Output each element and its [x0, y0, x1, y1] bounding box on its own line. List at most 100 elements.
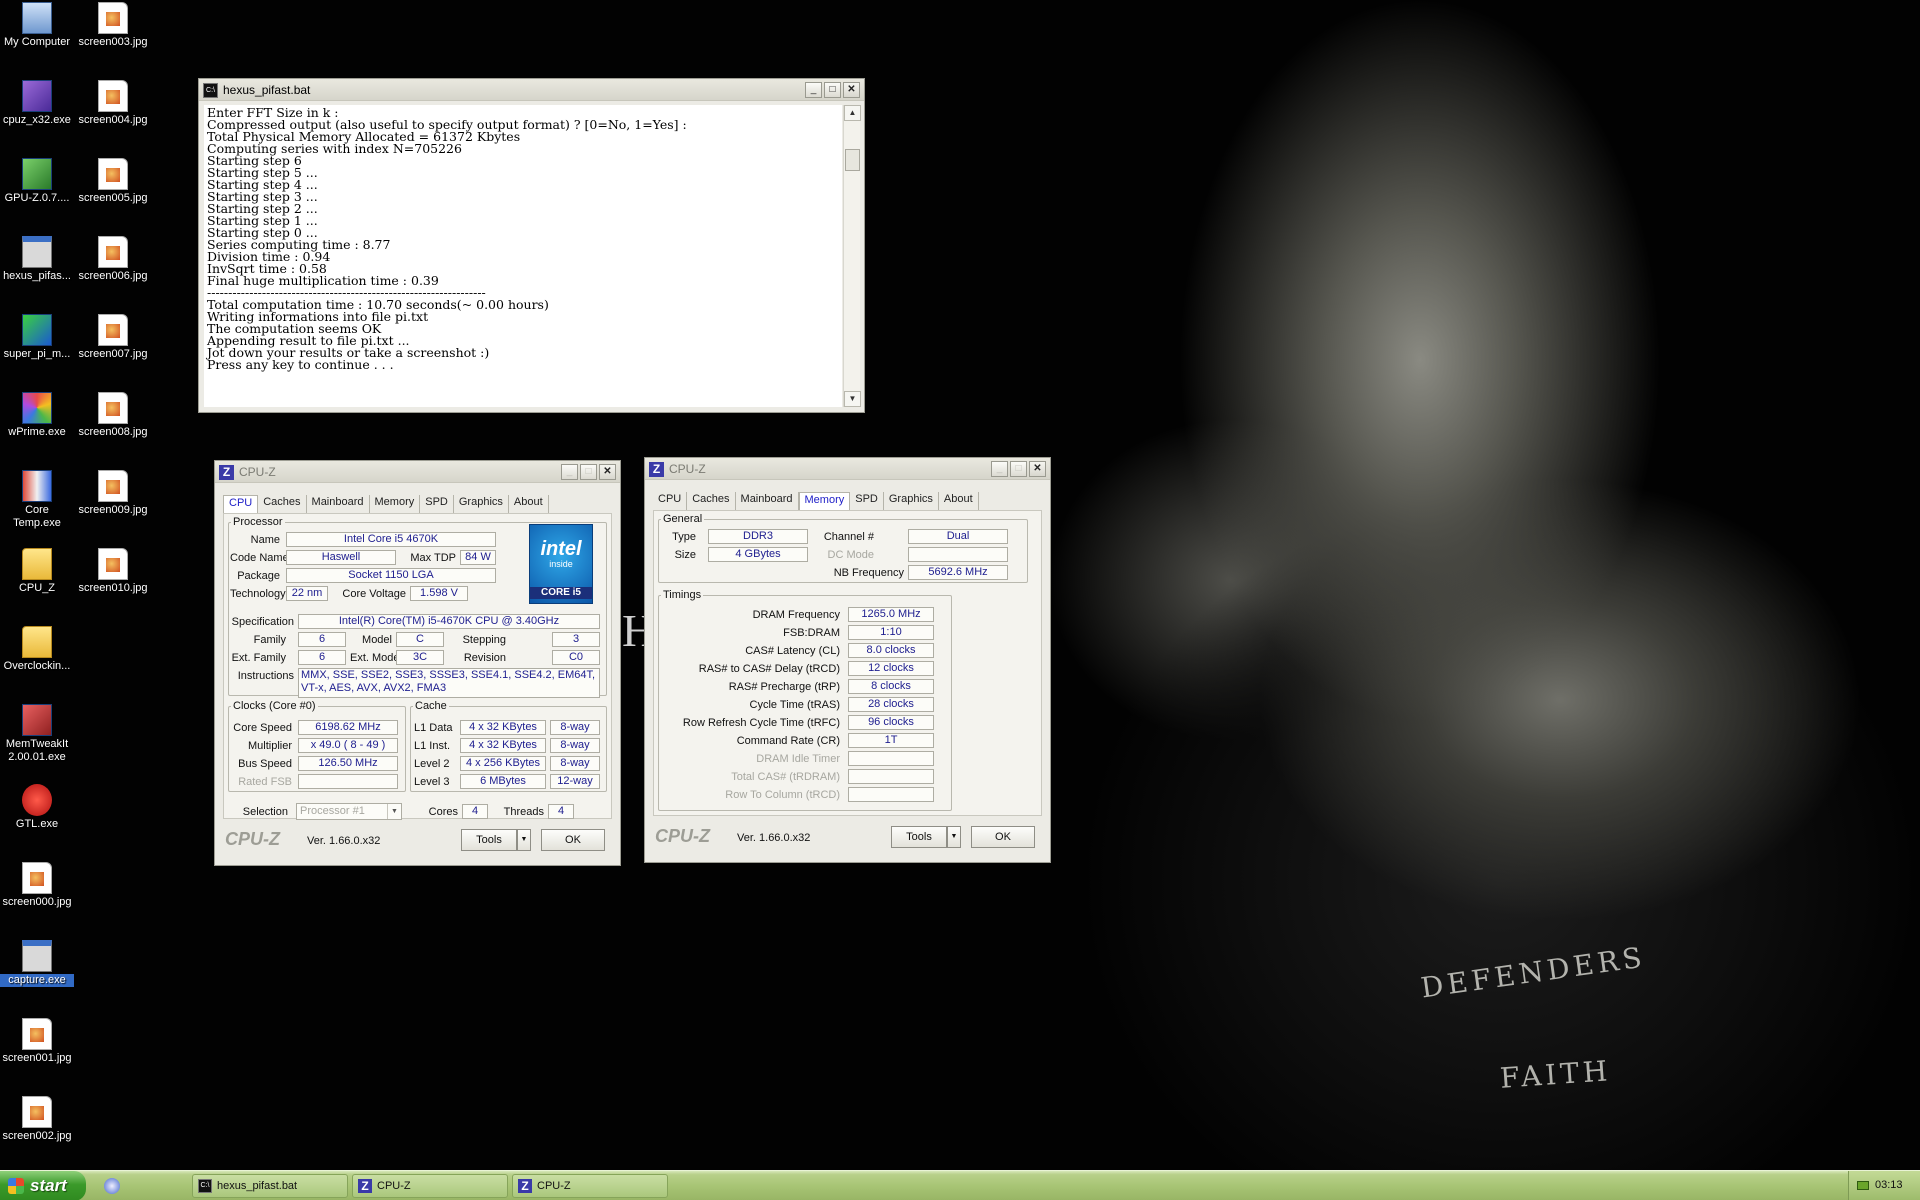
console-titlebar[interactable]: C:\ hexus_pifast.bat _ □ ✕ — [199, 79, 864, 101]
taskbar-item-cpuz-1[interactable]: Z CPU-Z — [352, 1174, 508, 1198]
tab-spd[interactable]: SPD — [850, 492, 884, 510]
jpg-file-icon — [98, 314, 128, 346]
threads-label: Threads — [503, 806, 544, 818]
timing-label: Cycle Time (tRAS) — [749, 699, 840, 711]
console-window[interactable]: C:\ hexus_pifast.bat _ □ ✕ Enter FFT Siz… — [198, 78, 865, 413]
model-label: Model — [362, 634, 392, 646]
tools-dropdown-icon[interactable]: ▼ — [517, 829, 531, 851]
scroll-up-icon[interactable]: ▲ — [844, 105, 861, 121]
taskbar-item-label: CPU-Z — [537, 1180, 571, 1192]
desktop-icon-screen004[interactable]: screen004.jpg — [76, 78, 150, 152]
tab-cpu[interactable]: CPU — [223, 495, 259, 513]
desktop-icon-label: screen002.jpg — [2, 1130, 72, 1142]
desktop-icon-screen010[interactable]: screen010.jpg — [76, 546, 150, 620]
start-button[interactable]: start — [0, 1171, 86, 1200]
desktop-icon-label: Overclockin... — [3, 660, 71, 672]
cpuz-titlebar[interactable]: Z CPU-Z _ □ ✕ — [215, 461, 620, 483]
console-scrollbar[interactable]: ▲ ▼ — [843, 105, 861, 407]
cores-value: 4 — [462, 804, 488, 819]
tab-cpu[interactable]: CPU — [653, 492, 688, 510]
intel-logo-core: CORE i5 — [530, 587, 592, 599]
desktop-icon-cpuz[interactable]: cpuz_x32.exe — [0, 78, 74, 152]
tab-graphics[interactable]: Graphics — [884, 492, 939, 510]
desktop-icon-screen002[interactable]: screen002.jpg — [0, 1094, 74, 1168]
minimize-button[interactable]: _ — [805, 82, 822, 98]
tools-button[interactable]: Tools — [891, 826, 947, 848]
cache-legend: Cache — [415, 700, 447, 712]
desktop-icon-screen006[interactable]: screen006.jpg — [76, 234, 150, 308]
tab-caches[interactable]: Caches — [258, 495, 307, 513]
tab-about[interactable]: About — [509, 495, 549, 513]
maximize-button[interactable]: □ — [580, 464, 597, 480]
folder-icon — [22, 548, 52, 580]
minimize-button[interactable]: _ — [561, 464, 578, 480]
quick-launch-icon[interactable] — [104, 1178, 120, 1194]
desktop-icon-capture[interactable]: capture.exe — [0, 938, 74, 1012]
ok-button[interactable]: OK — [971, 826, 1035, 848]
nvidia-tray-icon[interactable] — [1857, 1181, 1869, 1190]
command-prompt-icon: C:\ — [198, 1179, 212, 1193]
jpg-file-icon — [98, 236, 128, 268]
desktop-icon-screen008[interactable]: screen008.jpg — [76, 390, 150, 464]
tab-memory[interactable]: Memory — [798, 492, 851, 510]
my-computer-icon — [22, 2, 52, 34]
scroll-thumb[interactable] — [845, 149, 860, 171]
desktop-icon-label: MemTweakIt 2.00.01.exe — [5, 738, 69, 763]
desktop-icon-overclocking-folder[interactable]: Overclockin... — [0, 624, 74, 698]
desktop-icon-core-temp[interactable]: Core Temp.exe — [0, 468, 74, 542]
tab-graphics[interactable]: Graphics — [454, 495, 509, 513]
jpg-file-icon — [98, 548, 128, 580]
cpuz-window-cpu[interactable]: Z CPU-Z _ □ ✕ CPU Caches Mainboard Memor… — [214, 460, 621, 866]
console-output[interactable]: Enter FFT Size in k : Compressed output (… — [204, 105, 842, 407]
tab-memory[interactable]: Memory — [370, 495, 421, 513]
desktop-icon-gtl[interactable]: GTL.exe — [0, 782, 74, 856]
tab-spd[interactable]: SPD — [420, 495, 454, 513]
tab-caches[interactable]: Caches — [687, 492, 736, 510]
desktop-icon-screen009[interactable]: screen009.jpg — [76, 468, 150, 542]
super-pi-icon — [22, 314, 52, 346]
desktop-icon-memtweakit[interactable]: MemTweakIt 2.00.01.exe — [0, 702, 74, 776]
desktop-icon-screen000[interactable]: screen000.jpg — [0, 860, 74, 934]
cpuz-titlebar[interactable]: Z CPU-Z _ □ ✕ — [645, 458, 1050, 480]
tools-button[interactable]: Tools — [461, 829, 517, 851]
processor-select[interactable]: Processor #1 ▼ — [296, 803, 402, 820]
scroll-down-icon[interactable]: ▼ — [844, 391, 861, 407]
cpuz-window-memory[interactable]: Z CPU-Z _ □ ✕ CPU Caches Mainboard Memor… — [644, 457, 1051, 863]
taskbar-item-hexus-pifast[interactable]: C:\ hexus_pifast.bat — [192, 1174, 348, 1198]
desktop-icon-screen001[interactable]: screen001.jpg — [0, 1016, 74, 1090]
maximize-button[interactable]: □ — [1010, 461, 1027, 477]
desktop-icon-gpu-z[interactable]: GPU-Z.0.7.... — [0, 156, 74, 230]
taskbar-item-cpuz-2[interactable]: Z CPU-Z — [512, 1174, 668, 1198]
close-button[interactable]: ✕ — [1029, 461, 1046, 477]
console-line: Computing series with index N=705226 — [207, 141, 462, 156]
desktop-icon-screen005[interactable]: screen005.jpg — [76, 156, 150, 230]
close-button[interactable]: ✕ — [599, 464, 616, 480]
name-value: Intel Core i5 4670K — [286, 532, 496, 547]
system-tray: 03:13 — [1848, 1171, 1920, 1200]
timing-value: 8.0 clocks — [848, 643, 934, 658]
close-button[interactable]: ✕ — [843, 82, 860, 98]
tab-mainboard[interactable]: Mainboard — [307, 495, 370, 513]
ok-button[interactable]: OK — [541, 829, 605, 851]
tools-dropdown-icon[interactable]: ▼ — [947, 826, 961, 848]
desktop-icon-cpu-z-folder[interactable]: CPU_Z — [0, 546, 74, 620]
extfamily-value: 6 — [298, 650, 346, 665]
tab-about[interactable]: About — [939, 492, 979, 510]
desktop-icon-hexus-pifast[interactable]: hexus_pifas... — [0, 234, 74, 308]
desktop-icon-my-computer[interactable]: My Computer — [0, 0, 74, 74]
cpuz-title: CPU-Z — [239, 465, 276, 479]
extfamily-label: Ext. Family — [231, 652, 286, 664]
minimize-button[interactable]: _ — [991, 461, 1008, 477]
desktop-icon-label: screen010.jpg — [78, 582, 148, 594]
intel-core-i5-logo: intel inside CORE i5 — [529, 524, 593, 604]
multiplier-label: Multiplier — [247, 740, 292, 752]
desktop: DEFENDERS FAITH H My Computer screen003.… — [0, 0, 1920, 1170]
corespeed-label: Core Speed — [233, 722, 292, 734]
tab-mainboard[interactable]: Mainboard — [736, 492, 799, 510]
maximize-button[interactable]: □ — [824, 82, 841, 98]
desktop-icon-screen007[interactable]: screen007.jpg — [76, 312, 150, 386]
desktop-icon-screen003[interactable]: screen003.jpg — [76, 0, 150, 74]
desktop-icon-super-pi[interactable]: super_pi_m... — [0, 312, 74, 386]
timings-legend: Timings — [663, 589, 702, 601]
desktop-icon-wprime[interactable]: wPrime.exe — [0, 390, 74, 464]
